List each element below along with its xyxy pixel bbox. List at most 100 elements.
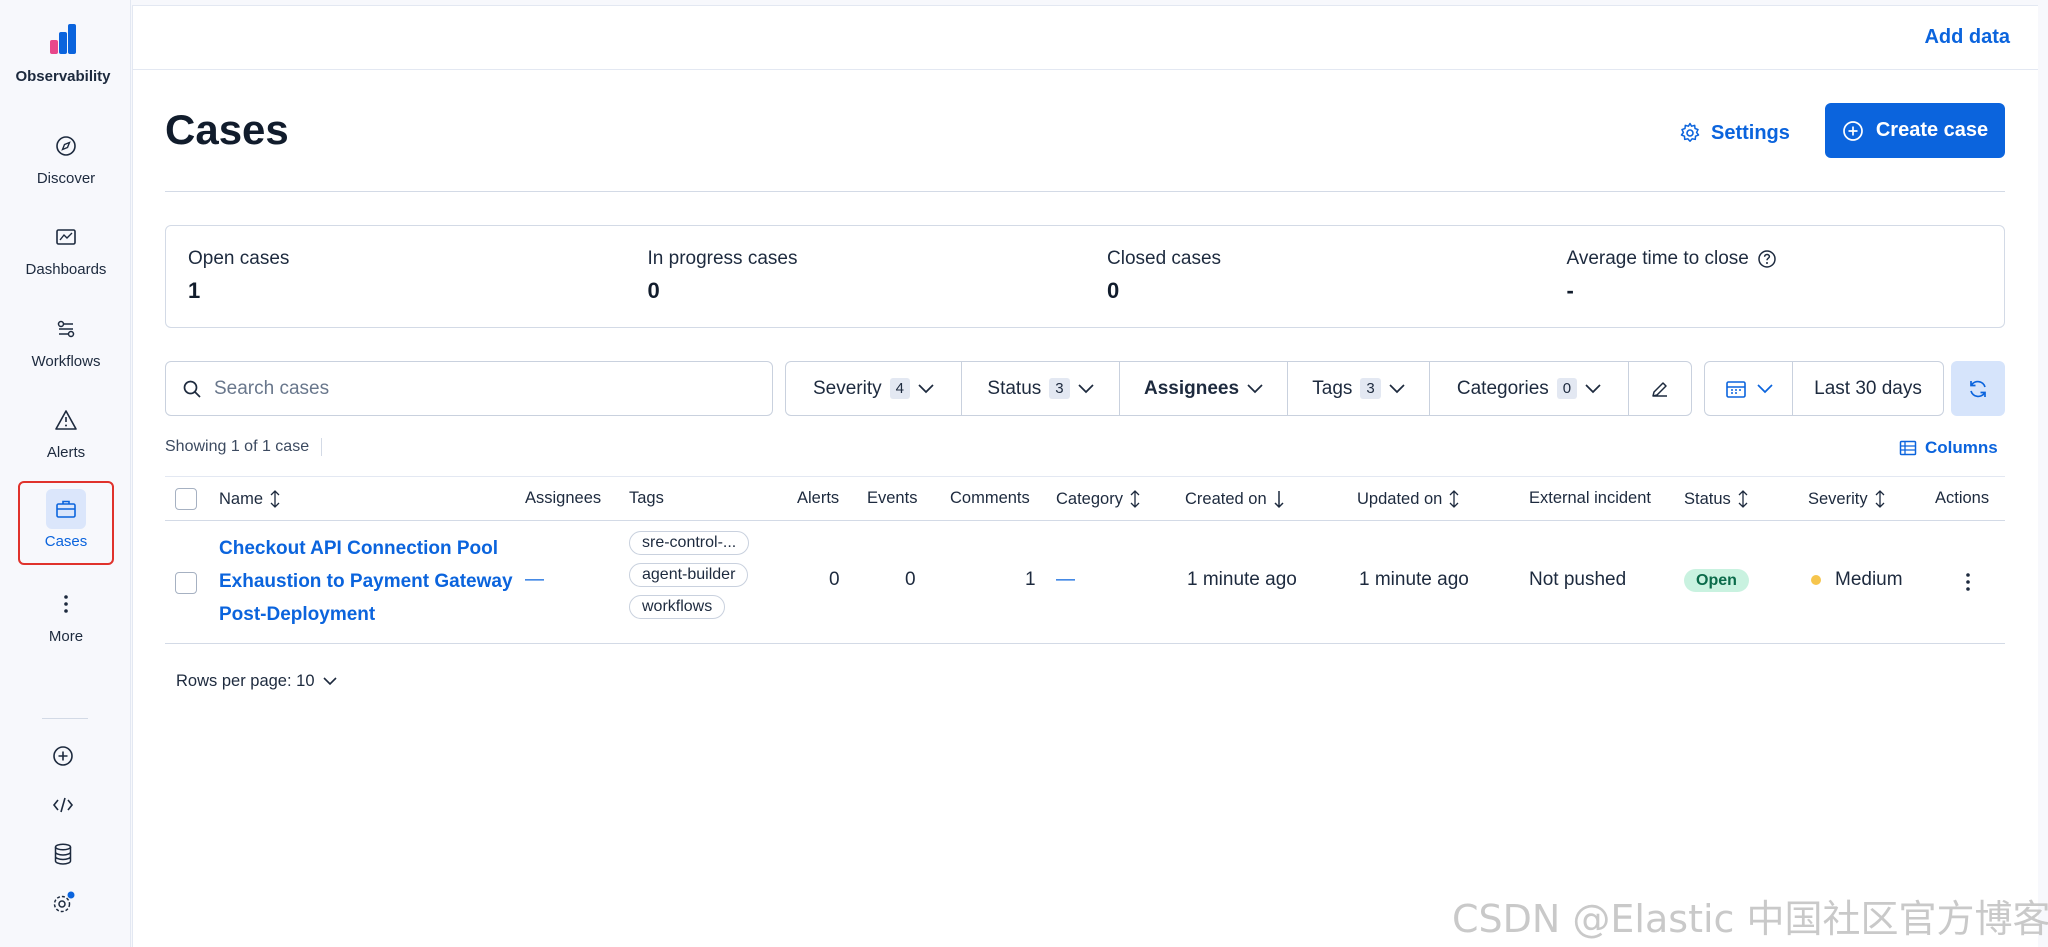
column-header-label: Severity <box>1808 489 1868 508</box>
observability-logo-icon <box>48 24 78 54</box>
external-incident-cell: Not pushed <box>1529 569 1627 590</box>
category-cell: — <box>1056 569 1075 590</box>
column-header-label: Status <box>1684 489 1731 508</box>
date-range-display[interactable]: Last 30 days <box>1793 362 1943 415</box>
filter-count-badge: 3 <box>1049 378 1070 399</box>
workflow-icon <box>46 309 86 349</box>
filter-label: Tags <box>1312 377 1353 399</box>
settings-button[interactable]: Settings <box>1671 106 1798 160</box>
sidebar-item-alerts[interactable]: Alerts <box>18 394 114 476</box>
search-input[interactable] <box>214 377 734 400</box>
filter-categories[interactable]: Categories 0 <box>1430 362 1629 415</box>
sidebar-item-dashboards[interactable]: Dashboards <box>18 211 114 293</box>
select-all-checkbox[interactable] <box>175 488 197 510</box>
row-actions-button[interactable] <box>1964 571 1972 599</box>
column-header-label: Events <box>867 489 918 507</box>
row-checkbox[interactable] <box>175 572 197 594</box>
observability-label: Observability <box>15 68 111 85</box>
updated-on-cell: 1 minute ago <box>1359 569 1469 590</box>
add-data-link[interactable]: Add data <box>1924 26 2010 49</box>
filter-count-badge: 0 <box>1556 378 1578 399</box>
sort-icon <box>270 490 280 508</box>
column-header-events: Events <box>867 489 917 508</box>
sidebar-item-workflows[interactable]: Workflows <box>18 303 114 385</box>
sort-icon <box>1449 490 1459 508</box>
column-header-comments: Comments <box>950 489 1030 508</box>
sidebar-item-discover[interactable]: Discover <box>18 120 114 202</box>
sidebar-item-cases[interactable]: Cases <box>18 481 114 565</box>
column-header-updated-on[interactable]: Updated on <box>1357 489 1460 509</box>
column-header-label: External incident <box>1529 489 1651 507</box>
refresh-icon <box>1970 380 1986 397</box>
assignees-cell: — <box>525 569 544 590</box>
columns-button[interactable]: Columns <box>1899 438 1998 458</box>
column-header-actions: Actions <box>1935 489 1989 508</box>
alert-triangle-icon <box>46 400 86 440</box>
column-header-created-on[interactable]: Created on <box>1185 489 1285 509</box>
column-header-label: Alerts <box>797 489 840 507</box>
observability-logo[interactable]: Observability <box>0 24 126 85</box>
filter-assignees[interactable]: Assignees <box>1120 362 1288 415</box>
column-header-category[interactable]: Category <box>1056 489 1141 509</box>
filter-group: Severity 4 Status 3 Assignees Tags 3 Cat… <box>785 361 1692 416</box>
column-header-label: Category <box>1056 489 1123 508</box>
stat-label: Closed cases <box>1107 248 1222 269</box>
page-title: Cases <box>165 106 289 153</box>
question-circle-icon[interactable] <box>1757 249 1777 269</box>
search-box[interactable] <box>165 361 773 416</box>
chevron-down-icon <box>1756 383 1773 393</box>
more-vertical-icon <box>46 584 86 624</box>
pencil-icon <box>1652 381 1667 397</box>
filter-severity[interactable]: Severity 4 <box>786 362 962 415</box>
table-columns-icon <box>1899 440 1917 456</box>
column-header-label: Created on <box>1185 489 1267 508</box>
settings-label: Settings <box>1711 121 1790 144</box>
search-icon <box>183 380 201 398</box>
alerts-cell: 0 <box>829 569 840 590</box>
column-header-name[interactable]: Name <box>219 489 281 509</box>
plus-circle-icon[interactable] <box>43 736 83 776</box>
stat-value: 0 <box>1107 278 1120 303</box>
column-header-assignees: Assignees <box>525 489 601 508</box>
gear-icon[interactable] <box>43 883 83 923</box>
filter-label: Assignees <box>1143 377 1240 399</box>
column-header-alerts: Alerts <box>797 489 839 508</box>
stat-label: Average time to close <box>1566 248 1749 269</box>
filter-tags[interactable]: Tags 3 <box>1288 362 1430 415</box>
rows-per-page-select[interactable]: Rows per page: 10 <box>176 672 337 691</box>
header-divider <box>165 191 2005 192</box>
filter-status[interactable]: Status 3 <box>962 362 1120 415</box>
refresh-button[interactable] <box>1951 361 2005 416</box>
filter-label: Severity <box>813 377 882 399</box>
edit-filters-button[interactable] <box>1629 362 1691 415</box>
briefcase-icon <box>46 489 86 529</box>
chevron-down-icon <box>1078 383 1094 393</box>
watermark: CSDN @Elastic 中国社区官方博客 <box>1452 897 2048 941</box>
column-header-status[interactable]: Status <box>1684 489 1749 509</box>
sidebar-item-more[interactable]: More <box>18 578 114 660</box>
main-panel: Add data Cases Settings Create case Open… <box>132 5 2038 947</box>
arrow-down-icon <box>1274 491 1284 509</box>
column-header-label: Assignees <box>525 489 602 507</box>
top-bar: Add data <box>133 6 2038 70</box>
stat-in-progress-cases: In progress cases 0 <box>626 226 1086 327</box>
chevron-down-icon <box>1585 383 1601 393</box>
more-vertical-icon <box>1966 573 1970 591</box>
table-header: Name Assignees Tags Alerts Events Commen… <box>165 476 2005 521</box>
table-row: Checkout API Connection Pool Exhaustion … <box>165 521 2005 644</box>
column-header-severity[interactable]: Severity <box>1808 489 1886 509</box>
case-name-link[interactable]: Checkout API Connection Pool Exhaustion … <box>219 532 519 631</box>
events-cell: 0 <box>905 569 916 590</box>
quick-select-button[interactable] <box>1705 362 1793 415</box>
filter-count-badge: 4 <box>889 378 910 399</box>
stat-value: 0 <box>647 278 660 303</box>
sidebar-item-label: Dashboards <box>25 261 107 278</box>
stat-average-time-to-close: Average time to close - <box>1545 226 2005 327</box>
tag-badge: agent-builder <box>629 563 749 587</box>
database-icon[interactable] <box>43 834 83 874</box>
severity-cell: Medium <box>1811 569 1903 591</box>
create-case-button[interactable]: Create case <box>1825 103 2005 158</box>
sort-icon <box>1875 490 1885 508</box>
code-icon[interactable] <box>43 785 83 825</box>
case-stats-panel: Open cases 1 In progress cases 0 Closed … <box>165 225 2005 328</box>
